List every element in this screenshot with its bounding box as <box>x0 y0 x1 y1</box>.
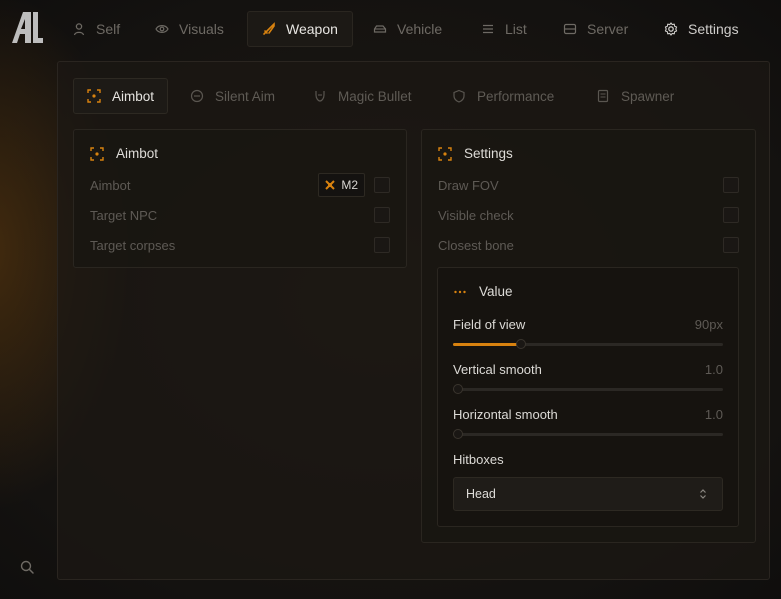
nav-tab-label: Weapon <box>286 21 338 37</box>
crosshair-icon <box>438 146 452 161</box>
more-horizontal-icon <box>453 285 467 299</box>
value-card-title: Value <box>453 284 513 299</box>
nav-tab-visuals[interactable]: Visuals <box>141 11 238 47</box>
keybind-icon <box>325 180 336 190</box>
vertical-smooth-header: Vertical smooth 1.0 <box>453 362 723 377</box>
subtab-magic-bullet[interactable]: Magic Bullet <box>300 78 425 114</box>
crosshair-icon <box>90 146 104 161</box>
nav-tab-settings[interactable]: Settings <box>650 11 753 47</box>
document-icon <box>596 89 610 103</box>
keybind-label: M2 <box>341 178 358 192</box>
search-icon[interactable] <box>19 559 35 575</box>
nav-tab-weapon[interactable]: Weapon <box>247 11 353 47</box>
aimbot-card: Aimbot Aimbot M2 Target NPC Target corps… <box>73 129 407 268</box>
subtab-aimbot[interactable]: Aimbot <box>73 78 169 114</box>
aimbot-card-title: Aimbot <box>90 146 158 161</box>
fov-slider-fill <box>453 343 521 346</box>
subtab-label: Silent Aim <box>215 88 276 104</box>
horizontal-smooth-slider[interactable] <box>453 429 723 439</box>
shield-icon <box>452 89 466 103</box>
settings-card-title: Settings <box>438 146 513 161</box>
hitboxes-header: Hitboxes <box>453 452 723 467</box>
subtab-label: Performance <box>477 88 555 104</box>
target-npc-label: Target NPC <box>90 207 158 223</box>
top-navigation: Self Visuals Weapon Vehicle List Server <box>0 0 781 58</box>
closest-bone-row: Closest bone <box>438 235 739 255</box>
vertical-smooth-label: Vertical smooth <box>453 362 542 377</box>
list-icon <box>481 22 495 36</box>
crosshair-icon <box>87 89 101 103</box>
visible-check-row: Visible check <box>438 205 739 225</box>
fov-slider-handle[interactable] <box>515 339 526 349</box>
nav-tab-list[interactable]: List <box>467 11 541 47</box>
hitboxes-select[interactable]: Head <box>453 477 723 511</box>
eye-icon <box>155 22 169 36</box>
fov-value: 90px <box>694 317 723 332</box>
aimbot-keybind-button[interactable]: M2 <box>318 173 365 197</box>
bullet-icon <box>313 89 327 103</box>
draw-fov-label: Draw FOV <box>438 177 499 193</box>
nav-tab-label: Vehicle <box>397 21 443 37</box>
fov-slider[interactable] <box>453 339 723 349</box>
weapon-icon <box>262 22 276 36</box>
target-icon <box>190 89 204 103</box>
nav-tab-label: Self <box>96 21 121 37</box>
vertical-smooth-handle[interactable] <box>453 384 463 394</box>
value-card: Value Field of view 90px Vertical smooth… <box>437 267 739 527</box>
draw-fov-row: Draw FOV <box>438 175 739 195</box>
fov-slider-header: Field of view 90px <box>453 317 723 332</box>
target-npc-row: Target NPC <box>90 205 390 225</box>
draw-fov-checkbox[interactable] <box>723 177 739 193</box>
user-icon <box>72 22 86 36</box>
fov-label: Field of view <box>453 317 526 332</box>
visible-check-label: Visible check <box>438 207 514 223</box>
target-npc-checkbox[interactable] <box>374 207 390 223</box>
nav-tab-label: Settings <box>688 21 739 37</box>
nav-tab-label: Visuals <box>179 21 224 37</box>
nav-tab-label: List <box>505 21 527 37</box>
subtab-label: Spawner <box>621 88 675 104</box>
subtab-spawner[interactable]: Spawner <box>583 78 687 114</box>
aimbot-label: Aimbot <box>90 177 131 193</box>
target-corpses-checkbox[interactable] <box>374 237 390 253</box>
target-corpses-row: Target corpses <box>90 235 390 255</box>
brand-logo <box>12 12 43 43</box>
target-corpses-label: Target corpses <box>90 237 176 253</box>
closest-bone-checkbox[interactable] <box>723 237 739 253</box>
subtab-label: Aimbot <box>112 88 155 104</box>
car-icon <box>373 22 387 36</box>
hitboxes-label: Hitboxes <box>453 452 504 467</box>
horizontal-smooth-header: Horizontal smooth 1.0 <box>453 407 723 422</box>
main-panel: Aimbot Silent Aim Magic Bullet Performan… <box>57 61 770 580</box>
chevron-up-down-icon <box>696 487 710 501</box>
gear-icon <box>664 22 678 36</box>
vertical-smooth-value: 1.0 <box>704 362 723 377</box>
visible-check-checkbox[interactable] <box>723 207 739 223</box>
nav-tab-self[interactable]: Self <box>58 11 134 47</box>
subtab-performance[interactable]: Performance <box>439 78 567 114</box>
nav-tab-label: Server <box>587 21 629 37</box>
nav-tab-vehicle[interactable]: Vehicle <box>359 11 456 47</box>
hitboxes-selected-value: Head <box>466 487 496 501</box>
server-icon <box>563 22 577 36</box>
horizontal-smooth-label: Horizontal smooth <box>453 407 558 422</box>
subtab-silent-aim[interactable]: Silent Aim <box>177 78 288 114</box>
aimbot-checkbox[interactable] <box>374 177 390 193</box>
horizontal-smooth-handle[interactable] <box>453 429 463 439</box>
subtab-label: Magic Bullet <box>338 88 412 104</box>
settings-card: Settings Draw FOV Visible check Closest … <box>421 129 756 543</box>
vertical-smooth-slider[interactable] <box>453 384 723 394</box>
closest-bone-label: Closest bone <box>438 237 514 253</box>
nav-tab-server[interactable]: Server <box>549 11 642 47</box>
horizontal-smooth-value: 1.0 <box>704 407 723 422</box>
